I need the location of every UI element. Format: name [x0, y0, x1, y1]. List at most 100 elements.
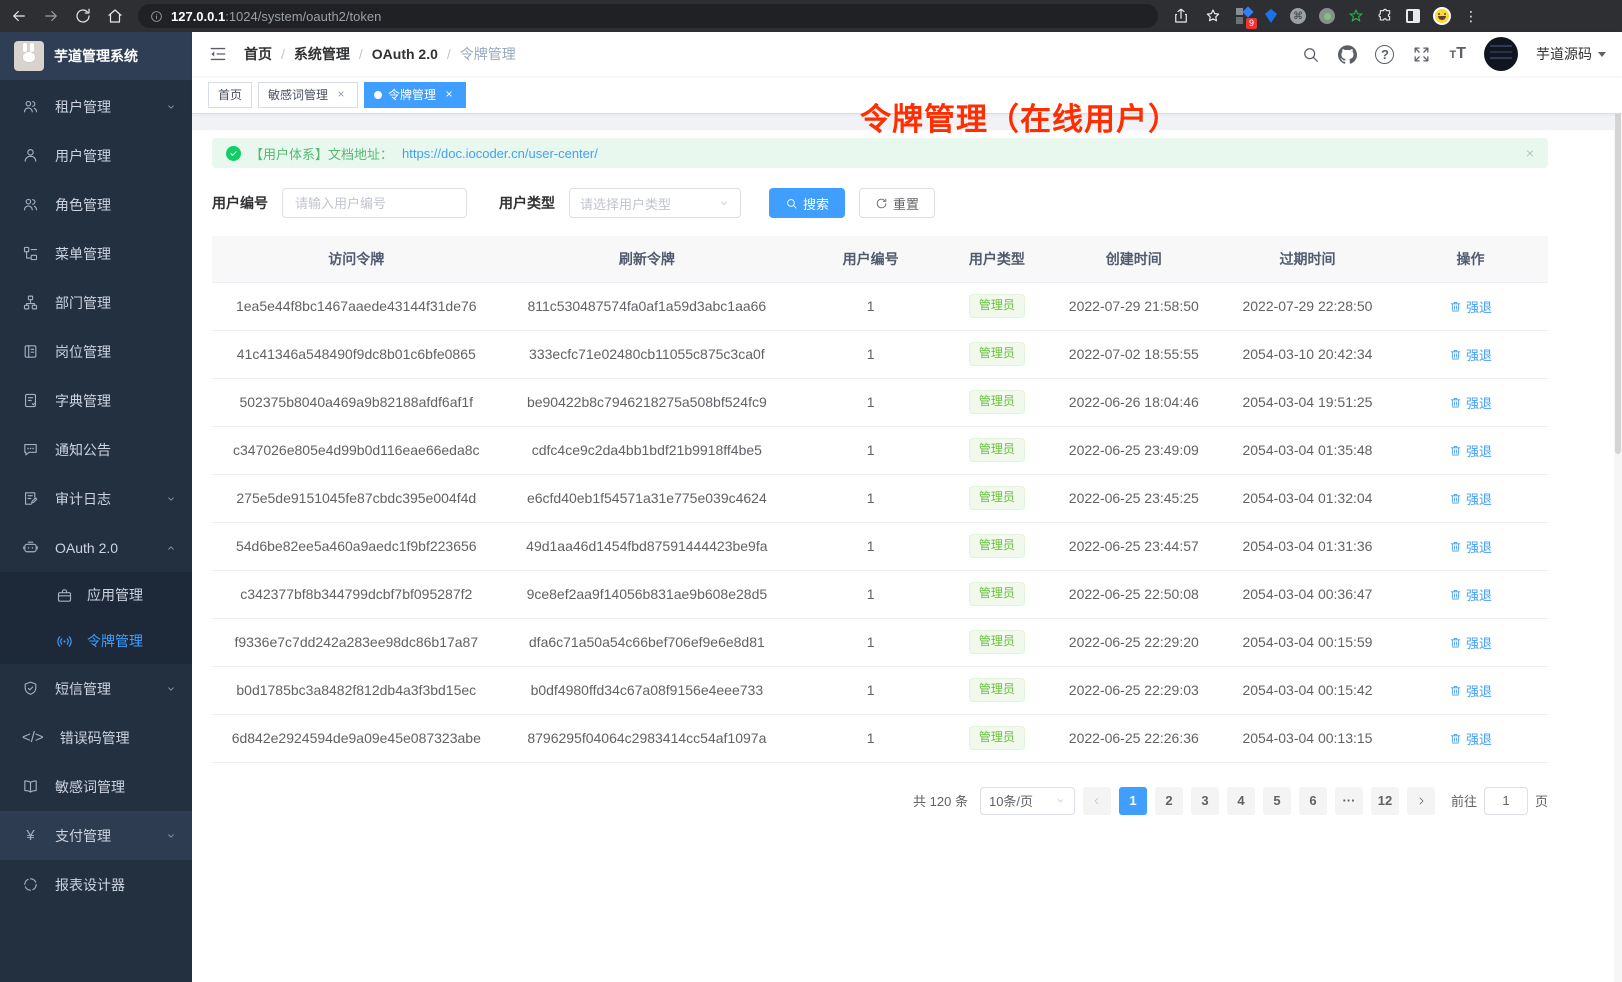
- sidebar-logo[interactable]: 芋道管理系统: [0, 32, 192, 80]
- reload-icon[interactable]: [74, 7, 92, 25]
- force-logout-button[interactable]: 强退: [1449, 585, 1492, 604]
- action-cell: 强退: [1393, 618, 1548, 666]
- search-button[interactable]: 搜索: [769, 188, 845, 218]
- user-type-cell: 管理员: [948, 426, 1046, 474]
- page-button-5[interactable]: 5: [1263, 787, 1291, 815]
- record-extension-icon[interactable]: [1319, 8, 1335, 24]
- forward-icon[interactable]: [42, 7, 60, 25]
- sidebar-item-audit[interactable]: 审计日志: [0, 474, 192, 523]
- help-icon[interactable]: ?: [1375, 45, 1394, 64]
- sidebar-item-oauth-token[interactable]: 令牌管理: [0, 618, 192, 664]
- green-star-extension-icon[interactable]: [1348, 8, 1364, 24]
- prev-page-button[interactable]: [1083, 787, 1111, 815]
- more-pages-button[interactable]: ···: [1335, 787, 1363, 815]
- reset-button[interactable]: 重置: [859, 188, 935, 218]
- force-logout-button[interactable]: 强退: [1449, 441, 1492, 460]
- user-type-select[interactable]: 请选择用户类型: [569, 188, 741, 218]
- window-scrollbar[interactable]: [1614, 32, 1622, 982]
- close-icon[interactable]: ×: [442, 88, 456, 102]
- page-button-2[interactable]: 2: [1155, 787, 1183, 815]
- sidebar-item-notice[interactable]: 通知公告: [0, 425, 192, 474]
- caret-down-icon: [1598, 52, 1606, 57]
- close-icon[interactable]: ×: [1526, 145, 1534, 161]
- sidebar-item-menu[interactable]: 菜单管理: [0, 229, 192, 278]
- close-icon[interactable]: ×: [334, 88, 348, 102]
- refresh-token-cell: 9ce8ef2aa9f14056b831ae9b608e28d5: [501, 570, 794, 618]
- search-icon[interactable]: [1301, 45, 1320, 64]
- sidebar-item-user[interactable]: 用户管理: [0, 131, 192, 180]
- expires-cell: 2054-03-04 01:35:48: [1222, 426, 1393, 474]
- sidebar-item-label: 租户管理: [55, 97, 164, 117]
- sidebar-item-dict[interactable]: 字典管理: [0, 376, 192, 425]
- bookmark-star-icon[interactable]: [1204, 7, 1222, 25]
- page-button-3[interactable]: 3: [1191, 787, 1219, 815]
- force-logout-button[interactable]: 强退: [1449, 297, 1492, 316]
- sidebar-item-sms[interactable]: 短信管理: [0, 664, 192, 713]
- sidebar-fold-icon[interactable]: [208, 44, 228, 64]
- expires-cell: 2054-03-04 19:51:25: [1222, 378, 1393, 426]
- access-token-cell: 41c41346a548490f9dc8b01c6bfe0865: [212, 330, 501, 378]
- browser-toolbar: 127.0.0.1:1024/system/oauth2/token 9 ⌘ ⋮: [0, 0, 1622, 32]
- tab-token[interactable]: 令牌管理 ×: [364, 82, 466, 108]
- user-avatar[interactable]: [1484, 37, 1518, 71]
- force-logout-button[interactable]: 强退: [1449, 537, 1492, 556]
- goto-page-input[interactable]: [1484, 787, 1528, 815]
- app-title: 芋道管理系统: [54, 46, 138, 66]
- breadcrumb-home[interactable]: 首页: [244, 44, 272, 64]
- sidebar-item-oauth[interactable]: OAuth 2.0: [0, 523, 192, 572]
- github-icon[interactable]: [1338, 45, 1357, 64]
- page-button-6[interactable]: 6: [1299, 787, 1327, 815]
- force-logout-button[interactable]: 强退: [1449, 345, 1492, 364]
- access-token-cell: 502375b8040a469a9b82188afdf6af1f: [212, 378, 501, 426]
- sidebar-item-post[interactable]: 岗位管理: [0, 327, 192, 376]
- user-type-badge: 管理员: [969, 630, 1025, 654]
- page-size-select[interactable]: 10条/页: [980, 787, 1075, 815]
- extension-grid-icon[interactable]: 9: [1236, 8, 1252, 24]
- next-page-button[interactable]: [1407, 787, 1435, 815]
- user-type-badge: 管理员: [969, 678, 1025, 702]
- expires-cell: 2022-07-29 22:28:50: [1222, 282, 1393, 330]
- page-button-1[interactable]: 1: [1119, 787, 1147, 815]
- page-button-12[interactable]: 12: [1371, 787, 1399, 815]
- user-id-input[interactable]: [282, 188, 467, 218]
- created-cell: 2022-06-25 23:49:09: [1046, 426, 1222, 474]
- puzzle-extensions-icon[interactable]: [1377, 8, 1393, 24]
- profile-avatar-icon[interactable]: [1433, 7, 1451, 25]
- browser-menu-icon[interactable]: ⋮: [1464, 13, 1470, 19]
- force-logout-button[interactable]: 强退: [1449, 633, 1492, 652]
- sidebar-item-label: 岗位管理: [55, 342, 178, 362]
- back-icon[interactable]: [10, 7, 28, 25]
- breadcrumb-oauth[interactable]: OAuth 2.0: [372, 46, 438, 62]
- force-logout-button[interactable]: 强退: [1449, 489, 1492, 508]
- url-bar[interactable]: 127.0.0.1:1024/system/oauth2/token: [138, 4, 1158, 28]
- force-logout-button[interactable]: 强退: [1449, 681, 1492, 700]
- sidebar-item-errorcode[interactable]: </> 错误码管理: [0, 713, 192, 762]
- side-panel-icon[interactable]: [1406, 9, 1420, 23]
- action-cell: 强退: [1393, 330, 1548, 378]
- font-size-icon[interactable]: TT: [1449, 45, 1466, 63]
- home-icon[interactable]: [106, 7, 124, 25]
- command-extension-icon[interactable]: ⌘: [1290, 8, 1306, 24]
- tab-home[interactable]: 首页: [208, 82, 252, 108]
- tab-sensitive-word[interactable]: 敏感词管理 ×: [258, 82, 358, 108]
- trash-icon: [1449, 588, 1462, 601]
- sidebar-item-oauth-apps[interactable]: 应用管理: [0, 572, 192, 618]
- sidebar-item-pay[interactable]: ¥ 支付管理: [0, 811, 192, 860]
- sidebar-item-dept[interactable]: 部门管理: [0, 278, 192, 327]
- doc-link[interactable]: https://doc.iocoder.cn/user-center/: [402, 146, 598, 161]
- breadcrumb-system[interactable]: 系统管理: [294, 44, 350, 64]
- sidebar-item-reportdesigner[interactable]: 报表设计器: [0, 860, 192, 909]
- force-logout-button[interactable]: 强退: [1449, 729, 1492, 748]
- gem-extension-icon[interactable]: [1265, 9, 1277, 23]
- sidebar-item-sensitiveword[interactable]: 敏感词管理: [0, 762, 192, 811]
- site-info-icon[interactable]: [150, 10, 163, 23]
- sidebar-item-role[interactable]: 角色管理: [0, 180, 192, 229]
- user-type-badge: 管理员: [969, 726, 1025, 750]
- yen-icon: ¥: [22, 827, 39, 844]
- user-menu[interactable]: 芋道源码: [1536, 44, 1606, 64]
- share-icon[interactable]: [1172, 7, 1190, 25]
- force-logout-button[interactable]: 强退: [1449, 393, 1492, 412]
- page-button-4[interactable]: 4: [1227, 787, 1255, 815]
- sidebar-item-tenant[interactable]: 租户管理: [0, 82, 192, 131]
- fullscreen-icon[interactable]: [1412, 45, 1431, 64]
